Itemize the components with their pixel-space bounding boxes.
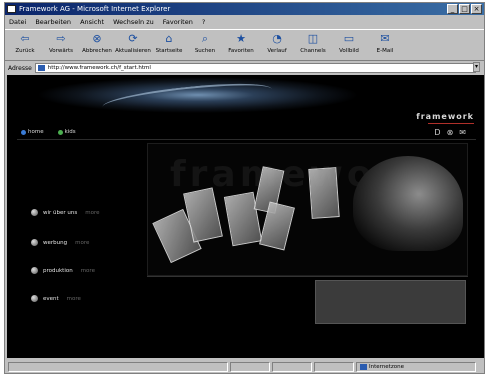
site-logo[interactable]: framework: [416, 112, 474, 121]
mail-icon: ✉: [380, 32, 390, 45]
fullscreen-button[interactable]: ▭ Vollbild: [333, 30, 365, 60]
home-button[interactable]: ⌂ Startseite: [153, 30, 185, 60]
browser-window: Framework AG - Microsoft Internet Explor…: [4, 2, 485, 374]
minimize-button[interactable]: _: [447, 4, 458, 14]
status-segment: [230, 362, 270, 372]
status-bar: Internetzone: [5, 360, 484, 374]
mail-icon[interactable]: ✉: [459, 128, 466, 137]
globe-icon: [360, 364, 367, 370]
search-button[interactable]: ⌕ Suchen: [189, 30, 221, 60]
back-button[interactable]: ⇦ Zurück: [9, 30, 41, 60]
address-label: Adresse: [8, 64, 32, 72]
sidebar-item-produktion[interactable]: produktion more: [31, 267, 95, 274]
topnav-kids[interactable]: kids: [57, 129, 76, 135]
status-segment: [314, 362, 354, 372]
refresh-icon: ⟳: [128, 32, 138, 45]
page-icon: [37, 65, 45, 71]
ie-icon: [7, 5, 16, 13]
sidebar-item-wir-ueber-uns[interactable]: wir über uns more: [31, 209, 100, 216]
download-icon[interactable]: D: [434, 128, 440, 137]
title-bar: Framework AG - Microsoft Internet Explor…: [5, 3, 484, 15]
settings-icon[interactable]: ⊗: [447, 128, 454, 137]
divider: [17, 139, 476, 140]
stage-divider: [147, 276, 468, 277]
address-input[interactable]: http://www.framework.ch/f_start.html: [34, 63, 476, 73]
stop-icon: ⊗: [92, 32, 102, 45]
menu-go[interactable]: Wechseln zu: [113, 16, 154, 28]
top-nav: home kids: [21, 129, 76, 135]
hero-banner: [7, 75, 484, 125]
info-panel: [315, 280, 466, 324]
menu-help[interactable]: ?: [202, 16, 205, 28]
menu-view[interactable]: Ansicht: [80, 16, 104, 28]
menu-favorites[interactable]: Favoriten: [163, 16, 193, 28]
maximize-button[interactable]: □: [459, 4, 470, 14]
logo-underline: [428, 123, 474, 124]
web-content: framework home kids D ⊗ ✉ framework wir …: [7, 75, 484, 358]
search-icon: ⌕: [201, 32, 209, 45]
refresh-button[interactable]: ⟳ Aktualisieren: [115, 30, 151, 60]
product-card-6: [308, 167, 340, 219]
bullet-icon: [31, 239, 38, 246]
home-icon: ⌂: [165, 32, 173, 45]
status-segment: [272, 362, 312, 372]
forward-icon: ⇨: [56, 32, 66, 45]
home-dot-icon: [21, 129, 26, 135]
mail-button[interactable]: ✉ E-Mail: [369, 30, 401, 60]
close-button[interactable]: ×: [471, 4, 482, 14]
topnav-home[interactable]: home: [21, 129, 44, 135]
address-dropdown-icon[interactable]: ▾: [473, 62, 480, 72]
favorites-button[interactable]: ★ Favoriten: [225, 30, 257, 60]
address-bar: Adresse http://www.framework.ch/f_start.…: [5, 62, 484, 74]
menu-file[interactable]: Datei: [9, 16, 26, 28]
bullet-icon: [31, 295, 38, 302]
menu-edit[interactable]: Bearbeiten: [35, 16, 71, 28]
bullet-icon: [31, 267, 38, 274]
menu-bar: Datei Bearbeiten Ansicht Wechseln zu Fav…: [5, 16, 484, 28]
top-icons: D ⊗ ✉: [434, 128, 466, 137]
favorites-icon: ★: [236, 32, 246, 45]
address-url: http://www.framework.ch/f_start.html: [47, 65, 151, 71]
window-title: Framework AG - Microsoft Internet Explor…: [19, 5, 171, 13]
zone-indicator: Internetzone: [356, 362, 476, 372]
fullscreen-icon: ▭: [343, 32, 355, 45]
forward-button[interactable]: ⇨ Vorwärts: [45, 30, 77, 60]
kids-dot-icon: [57, 129, 63, 135]
sidebar-item-werbung[interactable]: werbung more: [31, 239, 89, 246]
car-image: [353, 156, 463, 251]
stop-button[interactable]: ⊗ Abbrechen: [81, 30, 113, 60]
back-icon: ⇦: [20, 32, 30, 45]
history-icon: ◔: [272, 32, 282, 45]
bullet-icon: [31, 209, 38, 216]
banner-swoosh: [101, 78, 273, 118]
channels-button[interactable]: ◫ Channels: [297, 30, 329, 60]
channels-icon: ◫: [307, 32, 319, 45]
feature-stage: framework: [147, 143, 468, 276]
status-text: [8, 362, 228, 372]
sidebar-item-event[interactable]: event more: [31, 295, 81, 302]
history-button[interactable]: ◔ Verlauf: [261, 30, 293, 60]
toolbar: ⇦ Zurück ⇨ Vorwärts ⊗ Abbrechen ⟳ Aktualisie…: [5, 29, 484, 61]
